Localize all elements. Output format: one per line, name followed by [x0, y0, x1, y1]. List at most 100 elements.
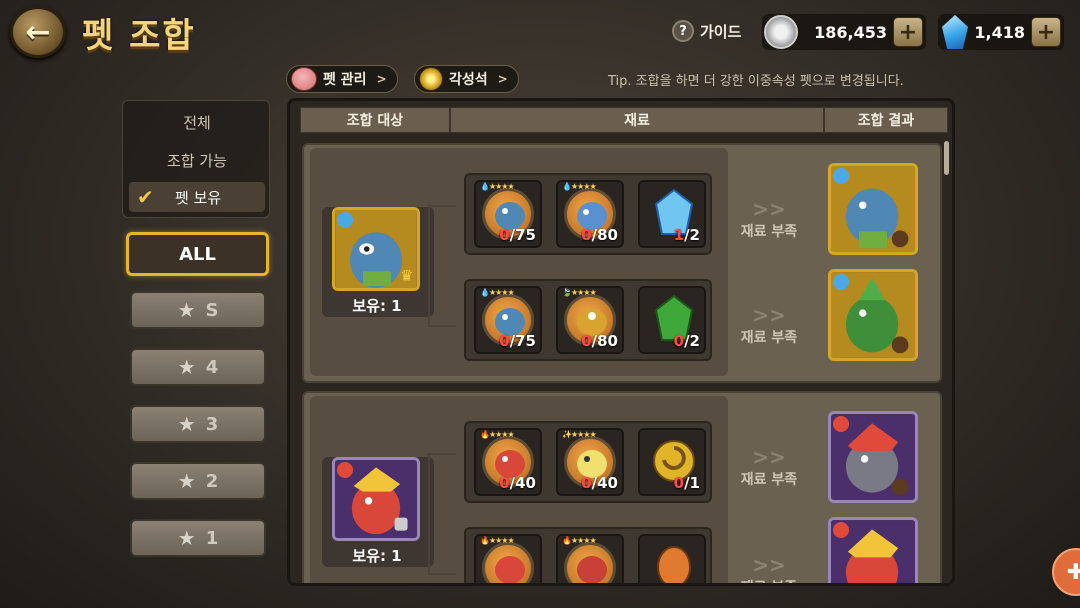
back-button[interactable]: ← [10, 6, 66, 58]
target-pet[interactable]: 보유: 1 [322, 457, 434, 567]
chevron-right-icon: > [376, 72, 387, 86]
filter-all[interactable]: 전체 [129, 107, 265, 137]
awaken-stone-button[interactable]: 각성석 > [414, 65, 519, 93]
material-slot[interactable]: 1/2 [638, 180, 706, 248]
combine-row: 보유: 1 🔥★★★★ 0/40 ✨★★★★ 0/40 0/1 >> 재료 부족… [302, 391, 942, 583]
grade-label: 2 [205, 470, 219, 492]
plus-icon: ✚ [1066, 559, 1080, 585]
grade-s-button[interactable]: ★ S [130, 291, 266, 329]
star-rating: 🔥★★★★ [480, 536, 515, 545]
gem-amount: 1,418 [974, 22, 1025, 42]
material-count: 0/1 [673, 474, 700, 492]
star-icon: ★ [177, 355, 196, 379]
target-pet[interactable]: ♛ 보유: 1 [322, 207, 434, 317]
status-lack: >> 재료 부족 [729, 303, 809, 347]
material-slot[interactable]: 🔥★★★★ 0/40 [474, 428, 542, 496]
material-count: 0/75 [499, 332, 536, 350]
result-pet[interactable] [828, 517, 918, 583]
filter-craftable[interactable]: 조합 가능 [129, 145, 265, 175]
material-group: 🔥★★★★ 0/40 ✨★★★★ 0/40 0/1 [464, 421, 712, 503]
scrollbar[interactable] [944, 141, 949, 175]
pet-portrait: ♛ [332, 207, 420, 291]
star-icon: ★ [177, 526, 196, 550]
page-title: 펫 조합 [82, 16, 196, 56]
star-icon: ★ [177, 469, 196, 493]
star-rating: 💧★★★★ [480, 288, 515, 297]
awaken-stone-label: 각성석 [449, 72, 488, 88]
awaken-stone-icon [419, 67, 443, 91]
check-icon: ✔ [137, 185, 154, 209]
material-slot[interactable]: 0/1 [638, 428, 706, 496]
gold-currency: 186,453 + [762, 14, 926, 50]
question-icon: ? [672, 20, 694, 42]
status-lack: >> 재료 부족 [729, 445, 809, 489]
pet-manage-label: 펫 관리 [323, 72, 367, 88]
result-pet[interactable] [828, 163, 918, 255]
double-chevron-icon: >> [752, 445, 786, 469]
status-lack: >> 재료 부족 [729, 197, 809, 241]
material-count: 0/40 [499, 474, 536, 492]
star-rating: 💧★★★★ [480, 182, 515, 191]
grade-label: 4 [205, 356, 219, 378]
material-count: 0/40 [581, 474, 618, 492]
double-chevron-icon: >> [752, 553, 786, 577]
water-element-icon [337, 212, 353, 228]
double-chevron-icon: >> [752, 197, 786, 221]
grade-2-button[interactable]: ★ 2 [130, 462, 266, 500]
grade-3-button[interactable]: ★ 3 [130, 405, 266, 443]
filter-owned-label: 펫 보유 [175, 188, 222, 207]
star-rating: 🔥★★★★ [562, 536, 597, 545]
status-lack: >> 재료 부족 [729, 553, 809, 583]
pet-portrait [332, 457, 420, 541]
star-icon: ★ [177, 412, 196, 436]
tip-text: Tip. 조합을 하면 더 강한 이중속성 펫으로 변경됩니다. [608, 74, 904, 89]
star-rating: 💧★★★★ [562, 182, 597, 191]
material-slot[interactable]: 💧★★★★ 0/75 [474, 180, 542, 248]
add-gold-button[interactable]: + [893, 17, 923, 47]
material-group: 💧★★★★ 0/75 💧★★★★ 0/80 1/2 [464, 173, 712, 255]
star-icon: ★ [177, 298, 196, 322]
material-slot[interactable]: 🔥★★★★ [474, 534, 542, 583]
chevron-right-icon: > [497, 72, 508, 86]
star-rating: 🔥★★★★ [480, 430, 515, 439]
filter-owned[interactable]: ✔ 펫 보유 [129, 182, 265, 212]
result-pet[interactable] [828, 269, 918, 361]
material-slot[interactable]: 0/2 [638, 286, 706, 354]
material-group: 🔥★★★★ 🔥★★★★ [464, 527, 712, 583]
header-target: 조합 대상 [300, 107, 450, 133]
fire-element-icon [337, 462, 353, 478]
material-group: 💧★★★★ 0/75 🍃★★★★ 0/80 0/2 [464, 279, 712, 361]
floating-menu-button[interactable]: ✚ [1052, 548, 1080, 596]
grade-label: 1 [205, 527, 219, 549]
result-pet[interactable] [828, 411, 918, 503]
combine-panel[interactable]: 조합 대상 재료 조합 결과 ♛ 보유: 1 💧★★★★ 0/75 💧★★★★ … [287, 98, 955, 586]
star-rating: ✨★★★★ [562, 430, 597, 439]
material-slot[interactable]: 💧★★★★ 0/75 [474, 286, 542, 354]
owned-count: 보유: 1 [352, 297, 402, 315]
grade-all-button[interactable]: ALL [126, 232, 269, 276]
grade-1-button[interactable]: ★ 1 [130, 519, 266, 557]
material-count: 0/75 [499, 226, 536, 244]
fire-element-icon [833, 416, 849, 432]
grade-label: 3 [205, 413, 219, 435]
guide-button[interactable]: ? 가이드 [672, 20, 741, 42]
material-slot[interactable]: 🍃★★★★ 0/80 [556, 286, 624, 354]
gold-amount: 186,453 [814, 22, 887, 42]
star-rating: 🍃★★★★ [562, 288, 597, 297]
header-result: 조합 결과 [824, 107, 948, 133]
material-slot[interactable]: 🔥★★★★ [556, 534, 624, 583]
material-slot[interactable]: 💧★★★★ 0/80 [556, 180, 624, 248]
grade-4-button[interactable]: ★ 4 [130, 348, 266, 386]
connector-lines [428, 205, 456, 327]
filter-panel: 전체 조합 가능 ✔ 펫 보유 [122, 100, 270, 218]
add-gem-button[interactable]: + [1031, 17, 1061, 47]
fire-element-icon [833, 522, 849, 538]
material-count: 1/2 [673, 226, 700, 244]
material-slot[interactable]: ✨★★★★ 0/40 [556, 428, 624, 496]
material-count: 0/80 [581, 226, 618, 244]
owned-count: 보유: 1 [352, 547, 402, 565]
double-chevron-icon: >> [752, 303, 786, 327]
pet-manage-button[interactable]: 펫 관리 > [286, 65, 398, 93]
material-slot[interactable] [638, 534, 706, 583]
svg-text:♛: ♛ [400, 267, 413, 285]
